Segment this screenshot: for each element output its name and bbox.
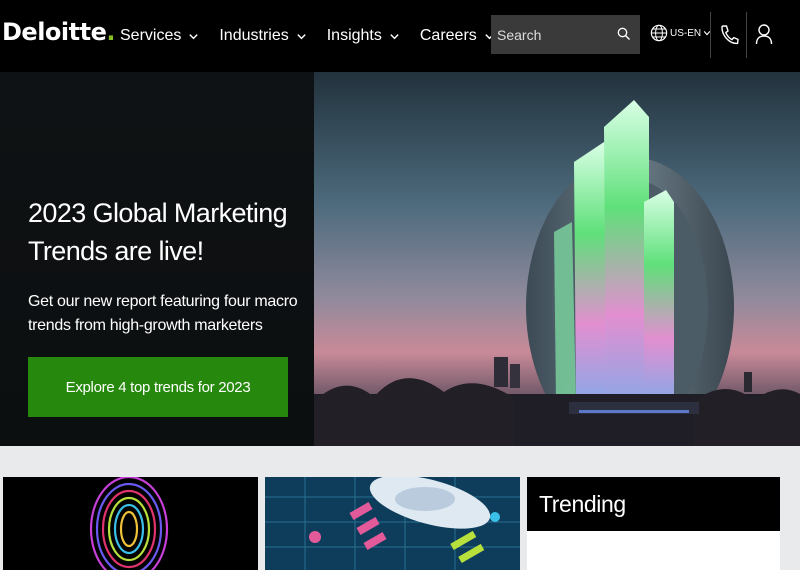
nav-label: Industries: [219, 27, 289, 44]
card-fingerprint[interactable]: [3, 477, 258, 570]
search-box: [491, 15, 640, 54]
deloitte-logo[interactable]: Deloitte.: [2, 18, 115, 46]
explore-trends-button[interactable]: Explore 4 top trends for 2023: [28, 357, 288, 417]
nav-item-services[interactable]: Services: [120, 27, 199, 45]
user-icon[interactable]: [755, 23, 773, 45]
nav-label: Insights: [326, 27, 382, 44]
main-nav: Services Industries Insights Careers: [120, 0, 515, 72]
card-trending[interactable]: Trending: [527, 477, 780, 570]
locale-label: US-EN: [670, 27, 702, 39]
chevron-down-icon: [297, 33, 306, 39]
globe-icon: [650, 24, 668, 42]
hero-title-line: 2023 Global Marketing: [28, 198, 288, 228]
search-icon[interactable]: [617, 27, 631, 41]
site-header: Deloitte. Services Industries Insights C…: [0, 0, 800, 72]
card-illustration[interactable]: [265, 477, 520, 570]
header-divider: [710, 12, 711, 58]
search-input[interactable]: [491, 26, 609, 43]
locale-selector[interactable]: US-EN: [650, 24, 711, 42]
logo-text: Deloitte: [2, 18, 107, 46]
nav-item-careers[interactable]: Careers: [420, 27, 495, 45]
hero-subtitle: Get our new report featuring four macro …: [28, 293, 298, 334]
trending-heading: Trending: [527, 477, 780, 531]
nav-item-insights[interactable]: Insights: [327, 27, 400, 45]
fingerprint-image: [89, 477, 169, 570]
logo-dot: .: [106, 18, 115, 46]
chevron-down-icon: [189, 33, 199, 39]
chevron-down-icon: [390, 33, 399, 39]
hero-title: 2023 Global Marketing Trends are live!: [28, 194, 298, 270]
nav-label: Services: [120, 27, 182, 44]
phone-icon[interactable]: [719, 24, 739, 46]
abstract-illustration: [265, 477, 520, 570]
nav-label: Careers: [419, 27, 477, 44]
hero-image: [314, 72, 800, 446]
nav-item-industries[interactable]: Industries: [219, 27, 306, 45]
header-divider: [746, 12, 747, 58]
hero-banner: 2023 Global Marketing Trends are live! G…: [0, 72, 800, 446]
hero-title-line: Trends are live!: [28, 236, 204, 266]
